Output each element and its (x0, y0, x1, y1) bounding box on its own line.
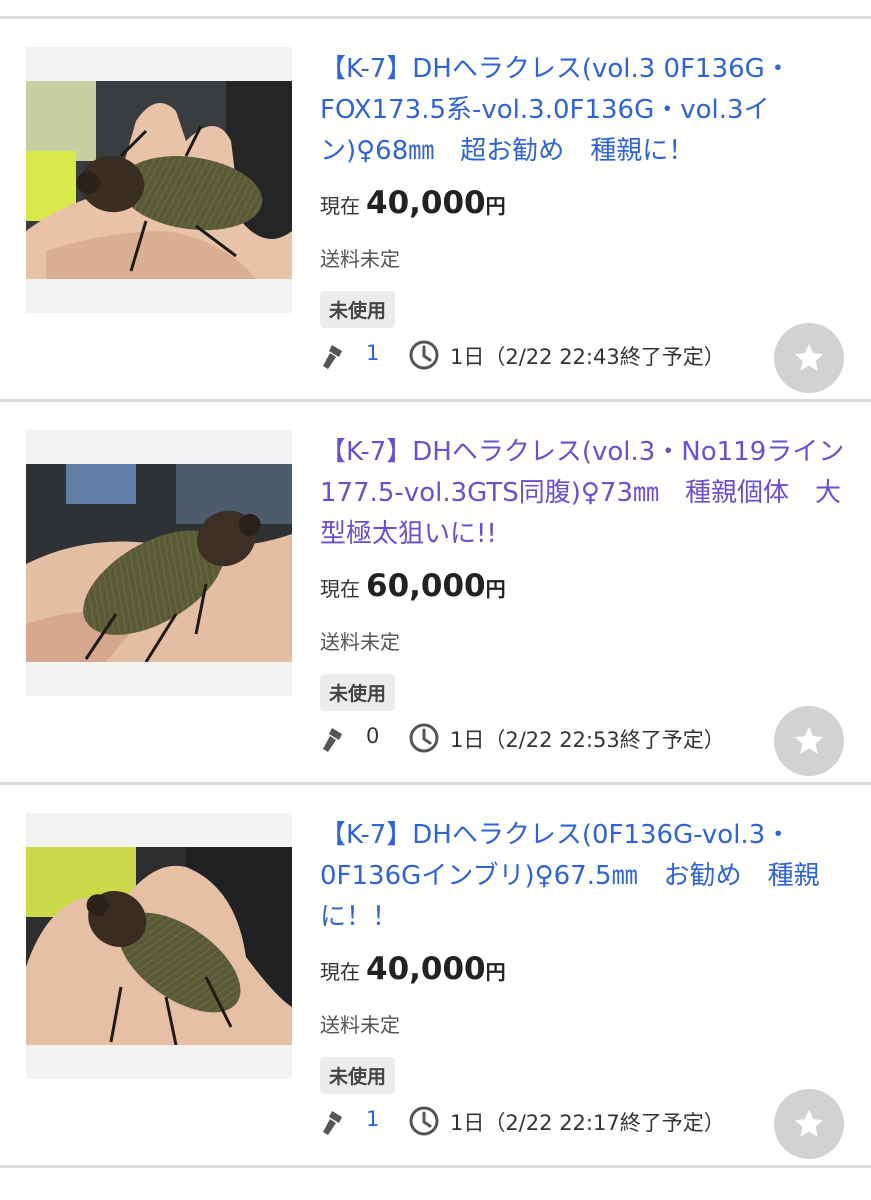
star-icon (794, 343, 824, 371)
shipping-info: 送料未定 (320, 1013, 400, 1037)
item-title-link[interactable]: 【K-7】DHヘラクレス(vol.3・No119ライン177.5-vol.3GT… (320, 432, 845, 555)
item-title-link[interactable]: 【K-7】DHヘラクレス(vol.3 0F136G・FOX173.5系-vol.… (320, 49, 845, 172)
condition-badge: 未使用 (320, 1057, 396, 1094)
clock-icon (409, 1106, 439, 1136)
beetle-photo (26, 81, 292, 279)
item-thumbnail[interactable] (26, 813, 292, 1079)
price-label: 現在 (320, 960, 360, 984)
watchlist-button[interactable] (774, 323, 844, 393)
price-row: 現在 40,000円 (320, 185, 506, 221)
price-row: 現在 60,000円 (320, 568, 506, 604)
clock-icon (409, 340, 439, 370)
price-unit: 円 (485, 194, 506, 218)
time-remaining: 1日（2/22 22:43終了予定） (450, 345, 725, 369)
watchlist-button[interactable] (774, 706, 844, 776)
bid-count: 1 (366, 341, 380, 365)
current-price: 60,000 (366, 568, 486, 604)
bid-count: 0 (366, 724, 380, 748)
item-title-link[interactable]: 【K-7】DHヘラクレス(0F136G-vol.3・0F136Gインブリ)♀67… (320, 815, 845, 938)
current-price: 40,000 (366, 951, 486, 987)
condition-badge: 未使用 (320, 674, 396, 711)
price-label: 現在 (320, 194, 360, 218)
bid-count: 1 (366, 1107, 380, 1131)
current-price: 40,000 (366, 185, 486, 221)
time-remaining: 1日（2/22 22:17終了予定） (450, 1111, 725, 1135)
beetle-photo (26, 464, 292, 662)
gavel-icon (323, 1111, 342, 1135)
listing-item[interactable]: 【K-7】DHヘラクレス(0F136G-vol.3・0F136Gインブリ)♀67… (0, 785, 871, 1165)
divider (0, 1165, 871, 1168)
price-unit: 円 (485, 577, 506, 601)
condition-badge: 未使用 (320, 291, 396, 328)
shipping-info: 送料未定 (320, 630, 400, 654)
item-thumbnail[interactable] (26, 430, 292, 696)
item-thumbnail[interactable] (26, 47, 292, 313)
star-icon (794, 1109, 824, 1137)
shipping-info: 送料未定 (320, 247, 400, 271)
listing-item[interactable]: 【K-7】DHヘラクレス(vol.3 0F136G・FOX173.5系-vol.… (0, 19, 871, 399)
watchlist-button[interactable] (774, 1089, 844, 1159)
price-unit: 円 (485, 960, 506, 984)
price-label: 現在 (320, 577, 360, 601)
beetle-photo (26, 847, 292, 1045)
gavel-icon (323, 345, 342, 369)
time-remaining: 1日（2/22 22:53終了予定） (450, 728, 725, 752)
gavel-icon (323, 728, 342, 752)
star-icon (794, 726, 824, 754)
price-row: 現在 40,000円 (320, 951, 506, 987)
listing-item[interactable]: 【K-7】DHヘラクレス(vol.3・No119ライン177.5-vol.3GT… (0, 402, 871, 782)
clock-icon (409, 723, 439, 753)
